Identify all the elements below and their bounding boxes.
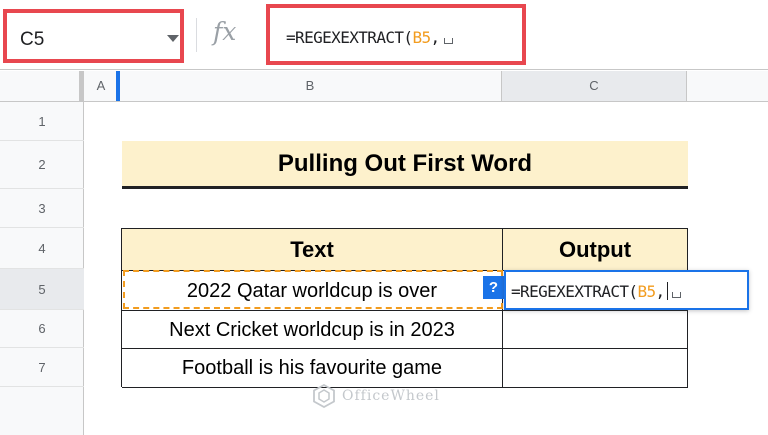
sheet-title[interactable]: Pulling Out First Word [122, 141, 688, 189]
column-label: A [96, 78, 106, 93]
formula-help-icon[interactable]: ? [483, 276, 504, 299]
formula-input[interactable]: =REGEXEXTRACT(B5, [266, 4, 526, 65]
row-header-5[interactable]: 5 [0, 269, 84, 310]
row-header-4[interactable]: 4 [0, 228, 84, 269]
header-output[interactable]: Output [503, 229, 688, 271]
header-text[interactable]: Text [122, 229, 503, 271]
officewheel-logo-icon [313, 384, 335, 408]
watermark: OfficeWheel [312, 384, 440, 408]
formula-bar-divider [196, 18, 197, 52]
editor-function: =REGEXEXTRACT( [511, 282, 638, 301]
column-header-a[interactable]: A [84, 71, 120, 101]
text-cell-b7[interactable]: Football is his favourite game [122, 349, 503, 388]
row-header-6[interactable]: 6 [0, 310, 84, 348]
watermark-text: OfficeWheel [342, 388, 440, 404]
row-header-7[interactable]: 7 [0, 348, 84, 387]
output-cell-c7[interactable] [503, 349, 688, 388]
row-header-1[interactable]: 1 [0, 102, 84, 141]
text-cursor [666, 282, 668, 300]
row-header-column: 1 2 3 4 5 6 7 [0, 102, 84, 435]
formula-comma: , [430, 28, 441, 47]
fx-icon: fx [213, 17, 237, 46]
text-cell-b6[interactable]: Next Cricket worldcup is in 2023 [122, 311, 503, 349]
editor-comma: , [655, 282, 666, 301]
space-marker-icon [671, 292, 681, 298]
select-all-corner[interactable] [0, 71, 84, 101]
reference-marquee [123, 270, 503, 309]
row-header-2[interactable]: 2 [0, 141, 84, 189]
row-header-3[interactable]: 3 [0, 189, 84, 228]
formula-bar: C5 fx =REGEXEXTRACT(B5, [0, 0, 768, 70]
space-marker-icon [443, 38, 453, 44]
name-box[interactable]: C5 [3, 9, 184, 63]
column-header-row: A B C [0, 71, 768, 102]
column-header-d[interactable] [687, 71, 768, 101]
output-cell-c6[interactable] [503, 311, 688, 349]
column-label: C [589, 78, 599, 93]
chevron-down-icon[interactable] [167, 35, 179, 42]
name-box-value: C5 [20, 29, 45, 50]
editor-formula-text: =REGEXEXTRACT(B5, [511, 282, 681, 301]
column-header-c[interactable]: C [502, 71, 687, 101]
cell-editor[interactable]: =REGEXEXTRACT(B5, [504, 270, 749, 310]
column-label: B [305, 78, 315, 93]
editor-cell-reference: B5 [637, 282, 656, 301]
formula-cell-reference: B5 [412, 28, 431, 47]
column-header-b[interactable]: B [119, 71, 502, 101]
formula-function: =REGEXEXTRACT( [286, 28, 413, 47]
formula-text: =REGEXEXTRACT(B5, [286, 28, 453, 47]
